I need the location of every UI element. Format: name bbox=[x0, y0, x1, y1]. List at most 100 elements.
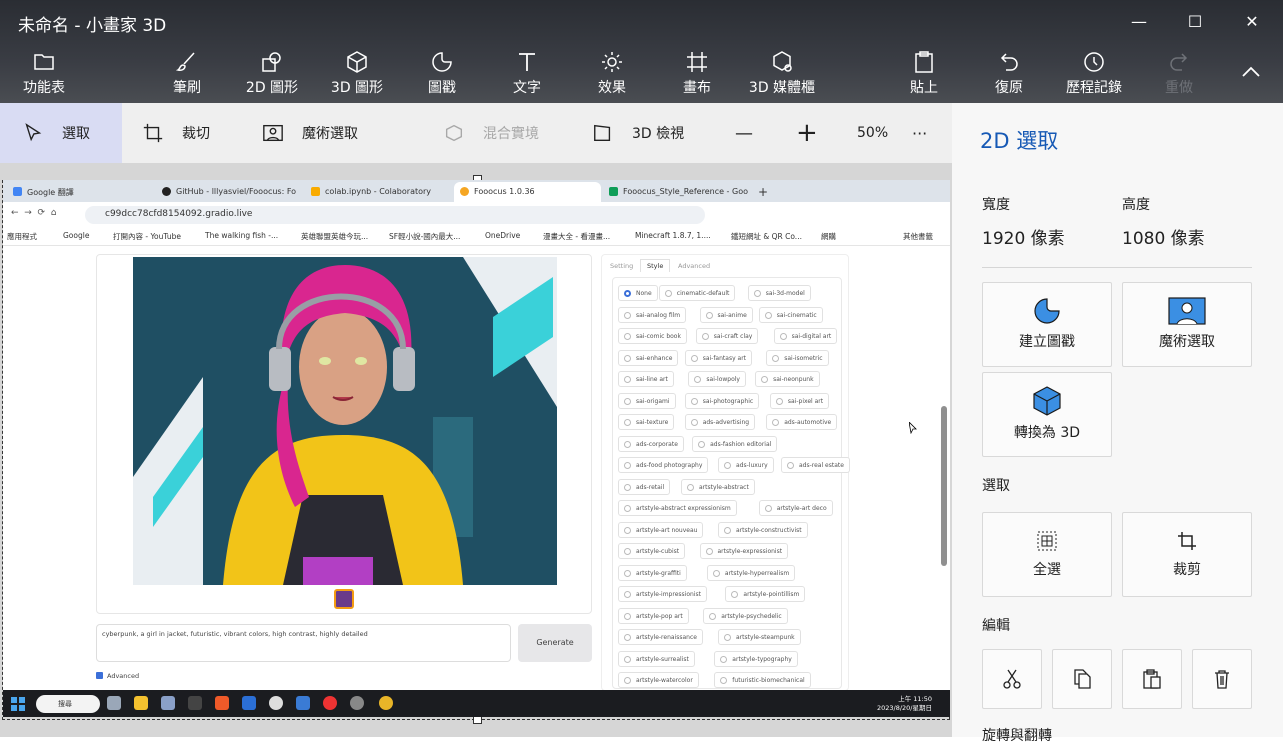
style-option: artstyle-typography bbox=[714, 650, 798, 667]
mixed-reality-tool[interactable]: 混合實境 bbox=[443, 103, 539, 163]
cyberpunk-girl-image bbox=[133, 257, 557, 585]
radio-icon bbox=[624, 526, 631, 534]
select-all-button[interactable]: 全選 bbox=[982, 512, 1112, 597]
delete-button[interactable] bbox=[1192, 649, 1252, 709]
folder-icon bbox=[34, 54, 54, 70]
close-button[interactable]: ✕ bbox=[1238, 8, 1266, 36]
style-option-label: sai-neonpunk bbox=[773, 376, 814, 383]
scissors-icon bbox=[1003, 669, 1021, 689]
height-value[interactable]: 1080 像素 bbox=[1122, 224, 1205, 249]
selection-side-panel: 2D 選取 寬度 高度 1920 像素 1080 像素 建立圖戳 魔術選取 轉換… bbox=[952, 103, 1283, 744]
crop-tool[interactable]: 裁切 bbox=[142, 103, 210, 163]
fooocus-page: cyberpunk, a girl in jacket, futuristic,… bbox=[3, 246, 950, 691]
style-option-label: sai-craft clay bbox=[713, 333, 753, 340]
shapes3d-button[interactable]: 3D 圖形 bbox=[317, 50, 397, 100]
radio-icon bbox=[720, 677, 728, 684]
width-value[interactable]: 1920 像素 bbox=[982, 224, 1065, 249]
style-option-label: sai-photographic bbox=[702, 397, 754, 405]
make-sticker-button[interactable]: 建立圖戳 bbox=[982, 282, 1112, 367]
more-options-button[interactable]: ··· bbox=[912, 103, 927, 163]
radio-icon bbox=[624, 440, 631, 448]
style-option: ads-advertising bbox=[684, 414, 756, 430]
style-option: ads-luxury bbox=[718, 457, 774, 473]
radio-icon bbox=[787, 462, 794, 469]
brushes-button[interactable]: 筆刷 bbox=[147, 50, 227, 100]
zoom-out-button[interactable]: — bbox=[735, 103, 753, 163]
paste-icon bbox=[1143, 669, 1161, 689]
canvas-icon bbox=[687, 52, 707, 72]
style-option-label: artstyle-psychedelic bbox=[721, 612, 782, 620]
magic-select-icon bbox=[1168, 297, 1206, 325]
brush-icon bbox=[175, 52, 195, 71]
style-option-label: sai-3d-model bbox=[765, 290, 805, 297]
copy-button[interactable] bbox=[1052, 649, 1112, 709]
copy-icon bbox=[1074, 669, 1091, 689]
prompt-textbox: cyberpunk, a girl in jacket, futuristic,… bbox=[96, 624, 511, 662]
bookmark: Google bbox=[63, 231, 90, 240]
cube-icon bbox=[347, 51, 367, 73]
style-option: futuristic-biomechanical bbox=[714, 672, 811, 688]
style-option: sai-3d-model bbox=[747, 285, 811, 301]
maximize-button[interactable]: ☐ bbox=[1181, 8, 1209, 36]
convert-3d-button[interactable]: 轉換為 3D bbox=[982, 372, 1112, 457]
select-all-icon bbox=[1037, 531, 1057, 551]
style-option: None bbox=[618, 285, 658, 301]
radio-icon bbox=[764, 311, 772, 319]
zoom-level[interactable]: 50% bbox=[857, 103, 888, 163]
cut-button[interactable] bbox=[982, 649, 1042, 709]
taskbar-search: 搜尋 bbox=[36, 695, 100, 713]
redo-button[interactable]: 重做 bbox=[1139, 50, 1219, 100]
bookmark: OneDrive bbox=[485, 231, 521, 240]
history-icon bbox=[1084, 52, 1104, 72]
radio-icon bbox=[690, 354, 698, 362]
radio-icon bbox=[624, 354, 631, 362]
undo-button[interactable]: 復原 bbox=[969, 50, 1049, 100]
zoom-in-button[interactable]: + bbox=[796, 103, 818, 163]
select-tool[interactable]: 選取 bbox=[0, 103, 122, 163]
crop-icon bbox=[143, 123, 163, 143]
clock-app-icon bbox=[269, 696, 283, 710]
nav-arrows-icon: ← → ⟳ ⌂ bbox=[11, 208, 57, 218]
text-button[interactable]: 文字 bbox=[487, 50, 567, 100]
view3d-tool[interactable]: 3D 檢視 bbox=[592, 103, 684, 163]
style-option: sai-neonpunk bbox=[755, 371, 820, 387]
chevron-up-icon[interactable] bbox=[1239, 60, 1263, 84]
library3d-button[interactable]: 3D 媒體櫃 bbox=[742, 50, 822, 100]
magic-select-button[interactable]: 魔術選取 bbox=[1122, 282, 1252, 367]
radio-icon bbox=[772, 419, 780, 426]
radio-icon bbox=[779, 333, 787, 340]
radio-icon bbox=[624, 505, 631, 512]
style-option-label: artstyle-steampunk bbox=[736, 634, 795, 641]
canvas-button[interactable]: 畫布 bbox=[657, 50, 737, 100]
paste-button[interactable]: 貼上 bbox=[884, 50, 964, 100]
stickers-label: 圖戳 bbox=[428, 80, 456, 96]
generated-image-panel bbox=[96, 254, 592, 614]
bookmark: Minecraft 1.8.7, 1.... bbox=[635, 231, 711, 240]
minimize-button[interactable]: — bbox=[1125, 8, 1153, 36]
shapes2d-button[interactable]: 2D 圖形 bbox=[232, 50, 312, 100]
radio-icon bbox=[624, 634, 631, 641]
time-text: 上午 11:50 bbox=[898, 695, 932, 703]
bookmark: 漫畫大全 - 看漫畫... bbox=[543, 232, 611, 241]
browser-tab: Fooocus_Style_Reference - Goo bbox=[603, 182, 750, 202]
radio-icon bbox=[624, 591, 631, 598]
redo-label: 重做 bbox=[1165, 80, 1193, 96]
menu-button[interactable]: 功能表 bbox=[4, 50, 84, 100]
magic-select-label: 魔術選取 bbox=[1159, 334, 1215, 350]
paste-button[interactable] bbox=[1122, 649, 1182, 709]
magic-select-tool[interactable]: 魔術選取 bbox=[262, 103, 358, 163]
sun-icon bbox=[602, 52, 622, 72]
style-option: artstyle-expressionist bbox=[699, 543, 789, 559]
radio-icon bbox=[624, 462, 631, 469]
stickers-button[interactable]: 圖戳 bbox=[402, 50, 482, 100]
effects-button[interactable]: 效果 bbox=[572, 50, 652, 100]
style-option: ads-food photography bbox=[618, 457, 709, 473]
trash-icon bbox=[1215, 670, 1229, 689]
history-button[interactable]: 歷程記錄 bbox=[1054, 50, 1134, 100]
browser-tab-active: Fooocus 1.0.36 bbox=[454, 182, 601, 202]
crop-button[interactable]: 裁剪 bbox=[1122, 512, 1252, 597]
mixed-reality-label: 混合實境 bbox=[483, 126, 539, 142]
radio-icon bbox=[624, 548, 631, 555]
panel-title: 2D 選取 bbox=[980, 129, 1059, 153]
bookmark: SF輕小說-國內最大... bbox=[389, 232, 461, 241]
